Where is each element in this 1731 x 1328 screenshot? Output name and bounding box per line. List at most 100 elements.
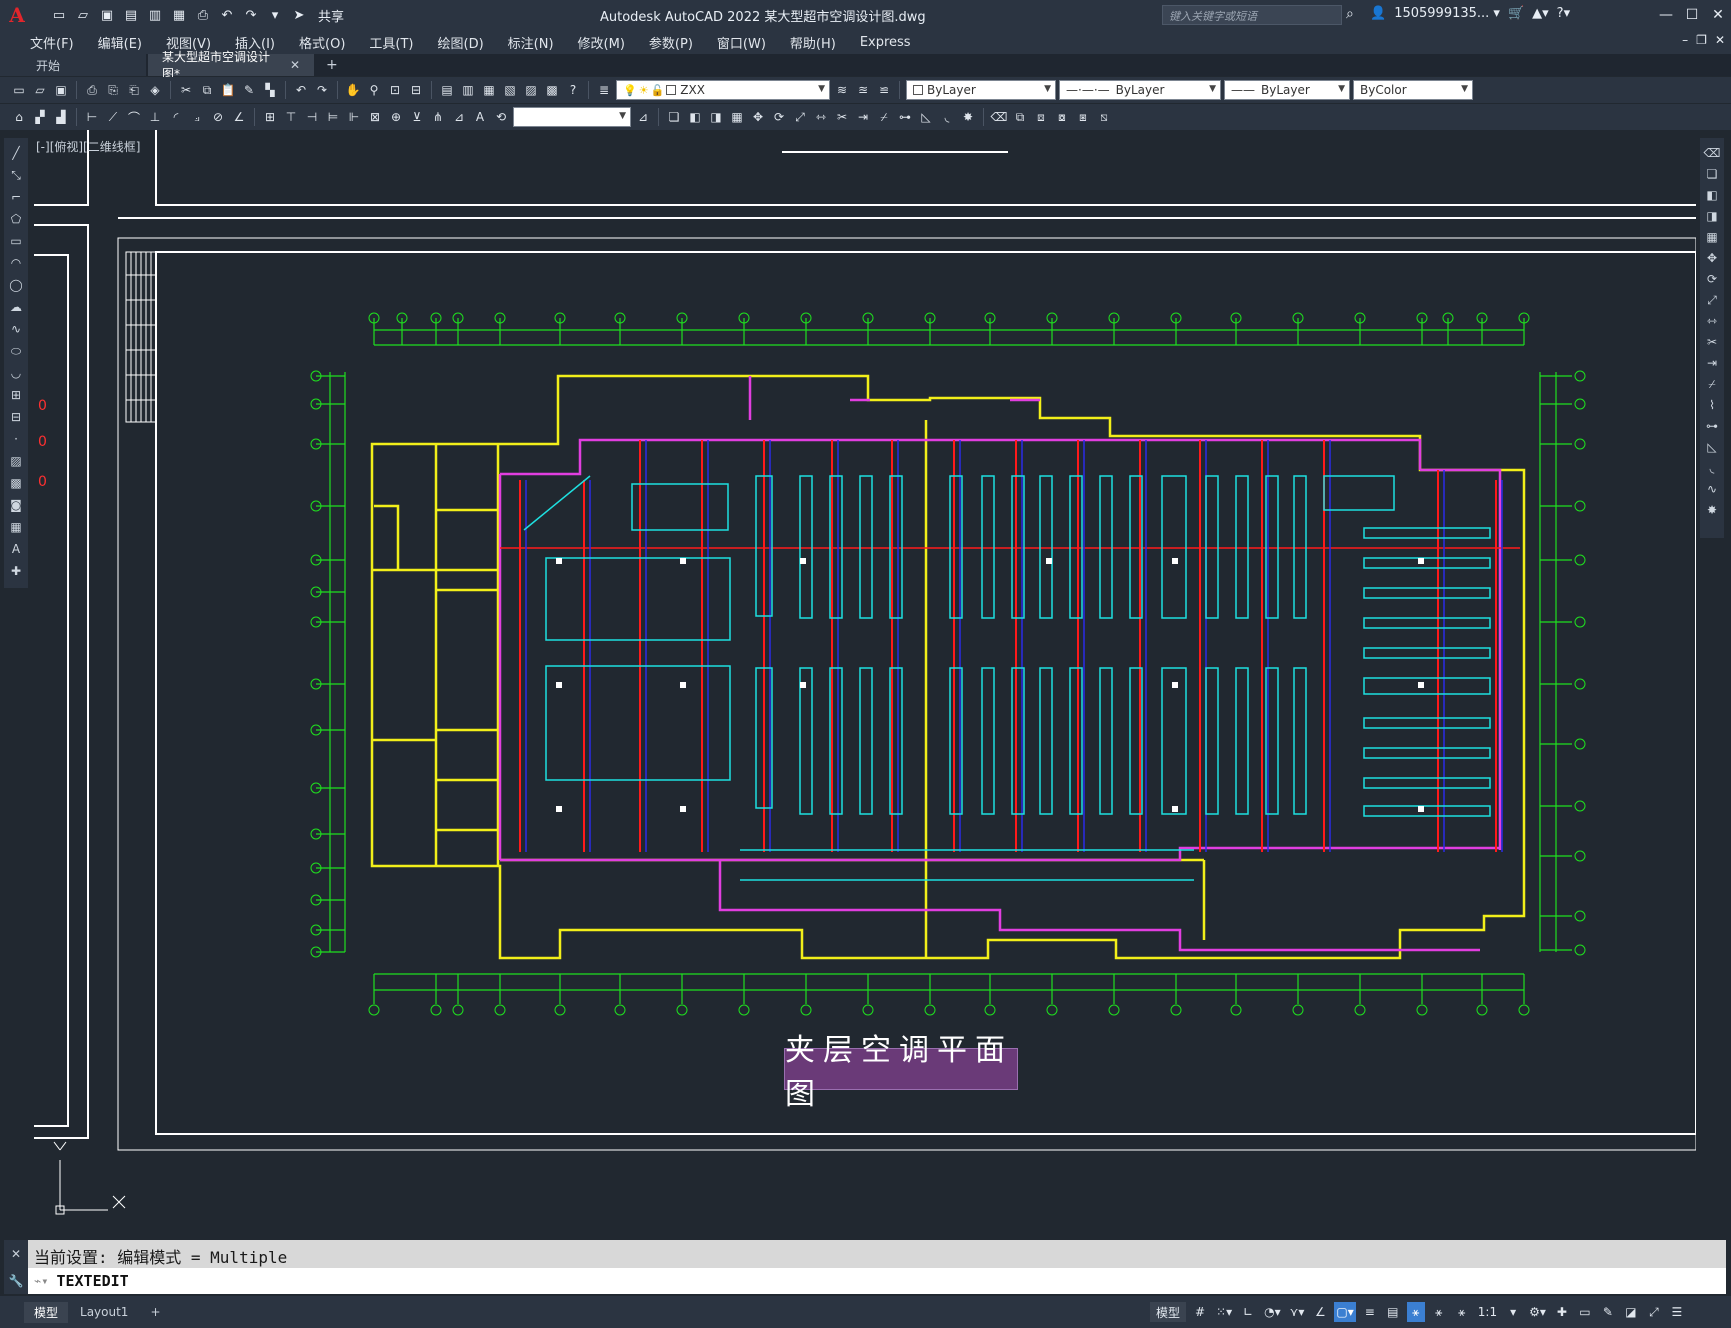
redo-icon[interactable]: ↷ bbox=[313, 81, 331, 99]
ellipse-icon[interactable]: ⬭ bbox=[7, 342, 25, 360]
help-icon[interactable]: ? bbox=[564, 81, 582, 99]
maximize-button[interactable]: ☐ bbox=[1679, 0, 1705, 30]
annotation-monitor-icon[interactable]: ✚ bbox=[1553, 1302, 1571, 1322]
gradient-icon[interactable]: ▩ bbox=[7, 474, 25, 492]
polar-icon[interactable]: ◔▾ bbox=[1262, 1302, 1283, 1322]
rotate-icon[interactable]: ⟳ bbox=[1703, 270, 1721, 288]
model-space-button[interactable]: 模型 bbox=[1150, 1302, 1187, 1322]
quick-dim-icon[interactable]: ⊞ bbox=[261, 108, 279, 126]
arc-length-icon[interactable]: ⌒ bbox=[125, 108, 143, 126]
break-at-point-icon[interactable]: ⌿ bbox=[1703, 375, 1721, 393]
offset-icon[interactable]: ◨ bbox=[1703, 207, 1721, 225]
menu-modify[interactable]: 修改(M) bbox=[566, 33, 637, 52]
save-icon[interactable]: ▣ bbox=[98, 6, 116, 24]
minimize-button[interactable]: — bbox=[1653, 0, 1679, 30]
trim-icon[interactable]: ✂ bbox=[833, 108, 851, 126]
sheet-set-icon[interactable]: ▧ bbox=[501, 81, 519, 99]
chamfer-icon[interactable]: ◺ bbox=[917, 108, 935, 126]
layer-states-icon[interactable]: ≌ bbox=[875, 81, 893, 99]
insert-block-icon[interactable]: ⊞ bbox=[7, 386, 25, 404]
rotate-icon[interactable]: ⟳ bbox=[770, 108, 788, 126]
workspace-gear-icon[interactable]: ⚙▾ bbox=[1527, 1302, 1548, 1322]
make-block-icon[interactable]: ⊟ bbox=[7, 408, 25, 426]
new-icon[interactable]: ▭ bbox=[50, 6, 68, 24]
offset-icon[interactable]: ◨ bbox=[707, 108, 725, 126]
plot-icon[interactable]: ⎙ bbox=[194, 6, 212, 24]
transparency-icon[interactable]: ▤ bbox=[1384, 1302, 1402, 1322]
match-properties-icon[interactable]: ✎ bbox=[240, 81, 258, 99]
command-prompt-icon[interactable]: ⌁▾ bbox=[34, 1274, 48, 1288]
inspect-icon[interactable]: ⊻ bbox=[408, 108, 426, 126]
baseline-icon[interactable]: ⊤ bbox=[282, 108, 300, 126]
help-icon[interactable]: ?▾ bbox=[1557, 6, 1570, 21]
menu-file[interactable]: 文件(F) bbox=[18, 33, 86, 52]
center-mark-icon[interactable]: ⊕ bbox=[387, 108, 405, 126]
autodesk-app-icon[interactable]: ▲▾ bbox=[1532, 6, 1549, 21]
user-name[interactable]: 1505999135... ▾ bbox=[1394, 6, 1500, 21]
break-icon[interactable]: ⌿ bbox=[875, 108, 893, 126]
continue-icon[interactable]: ⊣ bbox=[303, 108, 321, 126]
mtext-icon[interactable]: A bbox=[7, 540, 25, 558]
search-input[interactable]: 键入关键字或短语 bbox=[1162, 5, 1342, 25]
radius-icon[interactable]: ◜ bbox=[167, 108, 185, 126]
blend-icon[interactable]: ∿ bbox=[1703, 480, 1721, 498]
spline-icon[interactable]: ∿ bbox=[7, 320, 25, 338]
lineweight-dropdown[interactable]: —— ByLayer ▼ bbox=[1224, 80, 1350, 100]
angular-icon[interactable]: ∠ bbox=[230, 108, 248, 126]
draw-order-icon[interactable]: ⧉ bbox=[1011, 108, 1029, 126]
auto-scale-icon[interactable]: ⚹ bbox=[1430, 1302, 1448, 1322]
point-icon[interactable]: · bbox=[7, 430, 25, 448]
zoom-realtime-icon[interactable]: ⚲ bbox=[365, 81, 383, 99]
chamfer-icon[interactable]: ◺ bbox=[1703, 438, 1721, 456]
new-icon[interactable]: ▭ bbox=[10, 81, 28, 99]
plot-preview-icon[interactable]: ⎘ bbox=[104, 81, 122, 99]
dim-update-icon[interactable]: ⟲ bbox=[492, 108, 510, 126]
quick-properties-icon[interactable]: ✎ bbox=[1599, 1302, 1617, 1322]
cut-icon[interactable]: ✂ bbox=[177, 81, 195, 99]
fillet-icon[interactable]: ◟ bbox=[1703, 459, 1721, 477]
dim-style-icon[interactable]: ⌂ bbox=[10, 108, 28, 126]
calculator-icon[interactable]: ▩ bbox=[543, 81, 561, 99]
menu-tools[interactable]: 工具(T) bbox=[357, 33, 425, 52]
doc-minimize-button[interactable]: – bbox=[1682, 33, 1688, 47]
tab-drawing[interactable]: 某大型超市空调设计图* ✕ bbox=[148, 50, 314, 81]
publish-icon[interactable]: ⎗ bbox=[125, 81, 143, 99]
close-button[interactable]: ✕ bbox=[1705, 0, 1731, 30]
scale-icon[interactable]: ⤢ bbox=[791, 108, 809, 126]
layer-properties-icon[interactable]: ≣ bbox=[595, 81, 613, 99]
object-snap-tracking-icon[interactable]: ∠ bbox=[1311, 1302, 1329, 1322]
bring-front-icon[interactable]: ⧈ bbox=[1032, 108, 1050, 126]
polyline-icon[interactable]: ⌐ bbox=[7, 188, 25, 206]
tolerance-icon[interactable]: ⊠ bbox=[366, 108, 384, 126]
make-current-layer-icon[interactable]: ≋ bbox=[833, 81, 851, 99]
grid-icon[interactable]: # bbox=[1191, 1302, 1209, 1322]
revcloud-icon[interactable]: ☁ bbox=[7, 298, 25, 316]
open-icon[interactable]: ▱ bbox=[74, 6, 92, 24]
customization-icon[interactable]: ☰ bbox=[1668, 1302, 1686, 1322]
move-icon[interactable]: ✥ bbox=[749, 108, 767, 126]
annotation-scale-value[interactable]: 1:1 bbox=[1476, 1302, 1499, 1322]
save-as-icon[interactable]: ▤ bbox=[122, 6, 140, 24]
join-icon[interactable]: ⊶ bbox=[896, 108, 914, 126]
layer-previous-icon[interactable]: ≊ bbox=[854, 81, 872, 99]
zoom-previous-icon[interactable]: ⊟ bbox=[407, 81, 425, 99]
stretch-icon[interactable]: ⇿ bbox=[812, 108, 830, 126]
stretch-icon[interactable]: ⇿ bbox=[1703, 312, 1721, 330]
text-front-icon[interactable]: ⧆ bbox=[1074, 108, 1092, 126]
mirror-icon[interactable]: ◧ bbox=[1703, 186, 1721, 204]
plotstyle-dropdown[interactable]: ByColor ▼ bbox=[1353, 80, 1473, 100]
tab-model[interactable]: 模型 bbox=[24, 1301, 69, 1323]
menu-window[interactable]: 窗口(W) bbox=[705, 33, 778, 52]
ellipse-arc-icon[interactable]: ◡ bbox=[7, 364, 25, 382]
search-icon[interactable]: ⌕ bbox=[1346, 6, 1354, 22]
scale-icon[interactable]: ⤢ bbox=[1703, 291, 1721, 309]
menu-dimension[interactable]: 标注(N) bbox=[496, 33, 566, 52]
units-icon[interactable]: ▭ bbox=[1576, 1302, 1594, 1322]
doc-restore-button[interactable]: ❐ bbox=[1696, 33, 1707, 47]
dim-break-icon[interactable]: ⊩ bbox=[345, 108, 363, 126]
drawing-title-block[interactable]: 夹层空调平面图 bbox=[784, 1033, 1018, 1112]
share-icon[interactable]: ➤ bbox=[290, 6, 308, 24]
menu-parametric[interactable]: 参数(P) bbox=[637, 33, 705, 52]
command-line-handle[interactable]: ✕ 🔧 bbox=[4, 1240, 28, 1294]
save-icon[interactable]: ▣ bbox=[52, 81, 70, 99]
